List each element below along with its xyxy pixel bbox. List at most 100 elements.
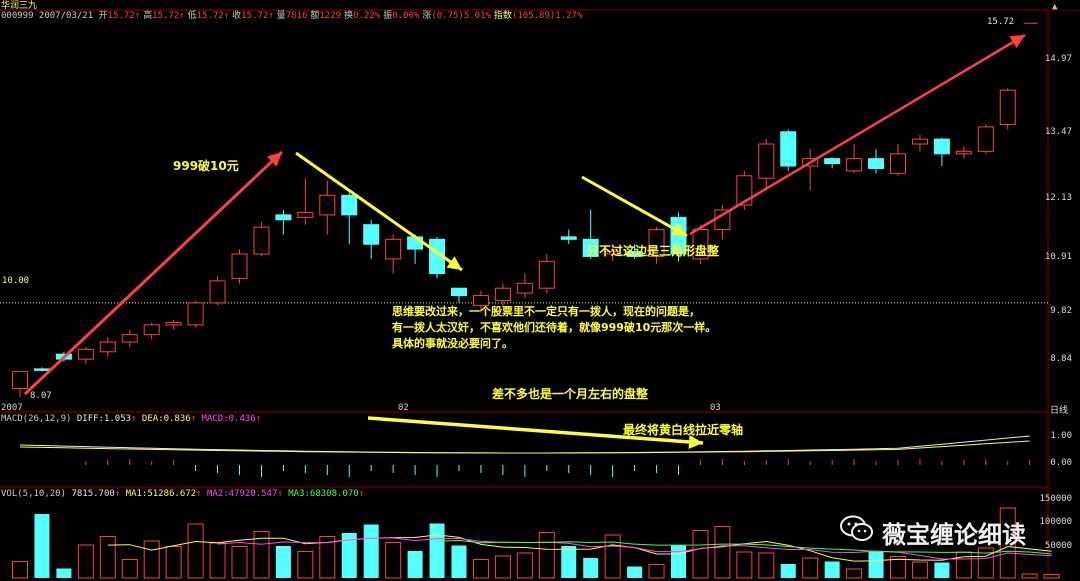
- wechat-icon: [840, 515, 874, 543]
- quote-field-6: 换0.22%: [344, 11, 381, 21]
- candle: [187, 300, 204, 328]
- candle: [933, 137, 950, 166]
- yellow-arrow-triangle: [581, 175, 688, 238]
- volume-bar: [538, 532, 555, 579]
- volume-bar: [143, 540, 160, 579]
- time-label-02: 02: [398, 403, 409, 413]
- volume-bar: [780, 564, 796, 578]
- quote-field-5: 额1229: [310, 11, 342, 21]
- price-tick-0: 14.97: [1044, 53, 1072, 64]
- candle: [33, 367, 50, 372]
- max-price-label: 15.72: [987, 17, 1015, 27]
- candle: [165, 320, 182, 330]
- candle: [846, 144, 863, 174]
- vol-tick-150000: 150000: [1039, 494, 1072, 504]
- watermark-text: 薇宝缠论细读: [882, 521, 1026, 549]
- volume-bar: [583, 558, 599, 578]
- volume-bar: [911, 561, 928, 579]
- quote-field-1: 高15.72↑: [143, 11, 185, 21]
- vol-header: VOL(5,10,20) 7815.700↑ MA1:51286.672↑ MA…: [1, 489, 365, 499]
- candle: [341, 192, 358, 245]
- red-arrow-breakout: [689, 33, 1026, 236]
- candle: [99, 337, 116, 357]
- volume-bar: [692, 530, 709, 579]
- macd-tick-1: 1.00: [1050, 431, 1072, 441]
- annotation-triangle-consolidation: 只不过这边是三角形盘整: [587, 244, 720, 258]
- period-button[interactable]: 日线: [1050, 403, 1068, 416]
- volume-bar: [604, 534, 621, 579]
- candle: [363, 219, 380, 259]
- volume-bar: [209, 542, 226, 579]
- candle: [143, 322, 160, 340]
- volume-bar: [714, 526, 731, 579]
- price-tick-1: 13.47: [1044, 127, 1072, 138]
- time-label-2007: 2007: [1, 403, 23, 413]
- candle: [977, 124, 994, 154]
- time-label-03: 03: [710, 403, 721, 413]
- volume-bar: [648, 564, 665, 579]
- volume-bar: [407, 551, 423, 578]
- quote-field-7: 振0.00%: [383, 11, 420, 21]
- price-tick-5: 8.84: [1050, 353, 1072, 364]
- quote-field-9: 指数(105.89)1.27%: [493, 11, 583, 21]
- vol-tick-100000: 100000: [1039, 517, 1072, 527]
- volume-bar: [868, 551, 884, 578]
- quote-field-8: 涨(0.75)5.01%: [422, 11, 491, 21]
- volume-bar: [1043, 574, 1060, 579]
- candle: [560, 229, 577, 245]
- volume-bar: [99, 536, 116, 579]
- volume-bar: [955, 551, 972, 579]
- annotation-main-text: 思维要改过来，一个股票里不一定只有一拨人，现在的问题是， 有一拨人太汉奸，不喜欢…: [392, 305, 717, 350]
- volume-bar: [934, 562, 950, 578]
- candle: [253, 222, 270, 257]
- volume-bar: [1021, 573, 1038, 579]
- candle: [538, 254, 555, 294]
- price-tick-4: 9.82: [1050, 305, 1072, 316]
- volume-bar: [121, 559, 138, 579]
- candle: [516, 273, 533, 298]
- macd-header: MACD(26,12,9) DIFF:1.053↑ DEA:0.836↑ MAC…: [1, 414, 262, 424]
- annotation-999-break-10: 999破10元: [173, 159, 239, 173]
- candle: [77, 346, 94, 364]
- volume-bar: [275, 546, 291, 578]
- volume-bar: [165, 546, 182, 579]
- volume-bar: [736, 551, 753, 579]
- candle: [209, 276, 226, 306]
- volume-bar: [429, 523, 445, 578]
- volume-bar: [758, 552, 775, 579]
- header-info: 000999 2007/03/21 开15.72↑ 高15.72↑ 低15.72↑ 收…: [1, 11, 585, 22]
- candle: [231, 249, 248, 284]
- candle: [297, 178, 314, 225]
- bell-icon[interactable]: ▲: [1052, 2, 1058, 12]
- candle: [758, 139, 775, 191]
- candle: [121, 329, 138, 347]
- candle: [275, 210, 292, 235]
- quote-field-2: 低15.72↑: [187, 11, 230, 21]
- volume-bar: [363, 524, 379, 578]
- volume-bar: [561, 546, 577, 578]
- macd-panel: [19, 435, 1031, 477]
- annotation-one-month: 差不多也是一个月左右的盘整: [492, 387, 649, 401]
- candle: [890, 144, 906, 176]
- dea-line: [19, 440, 1030, 454]
- candle: [911, 134, 928, 152]
- candle: [780, 129, 797, 171]
- code-date: 000999 2007/03/21: [1, 11, 94, 21]
- quote-field-4: 量7816: [276, 11, 308, 21]
- volume-bar: [187, 523, 204, 579]
- candle: [955, 146, 972, 159]
- volume-bar: [385, 542, 402, 579]
- volume-bar: [34, 514, 50, 578]
- volume-bar: [846, 568, 863, 579]
- volume-bar: [516, 552, 533, 579]
- vol-tick-50000: 50000: [1044, 541, 1072, 551]
- volume-bar: [824, 561, 840, 578]
- annotation-macd-zero-axis: 最终将黄白线拉近零轴: [623, 423, 744, 437]
- ref-line-label: 10.00: [2, 276, 30, 286]
- volume-bar: [451, 545, 467, 578]
- price-tick-2: 12.13: [1044, 192, 1072, 203]
- volume-bar: [802, 557, 819, 579]
- candle: [385, 234, 402, 274]
- price-tick-3: 10.91: [1044, 252, 1072, 263]
- candle: [319, 180, 336, 235]
